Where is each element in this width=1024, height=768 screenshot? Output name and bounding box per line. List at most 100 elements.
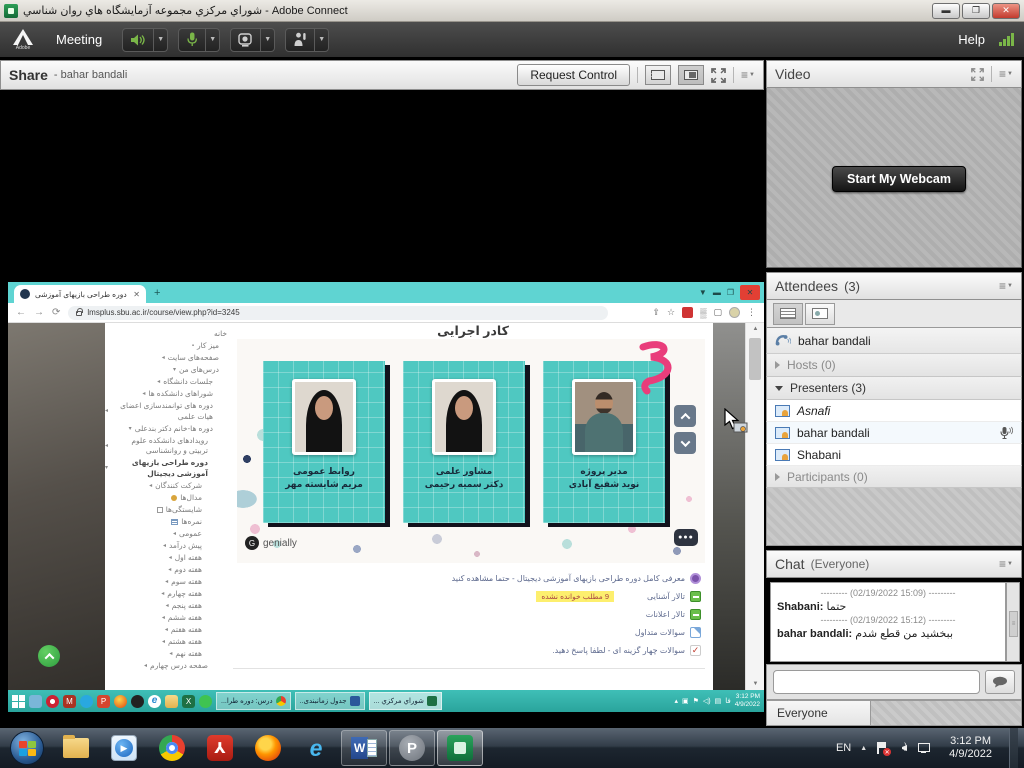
presenters-group-header[interactable]: Presenters (3): [766, 377, 1022, 400]
attendees-pod-menu-icon[interactable]: ≡▼: [999, 279, 1013, 293]
meeting-menu[interactable]: Meeting: [46, 28, 112, 51]
network-icon[interactable]: [918, 742, 932, 754]
genially-more-button[interactable]: ●●●: [674, 529, 698, 546]
nav-item[interactable]: دوره های توانمندسازی اعضای هیات علمی◂: [105, 401, 227, 422]
shared-language-indicator[interactable]: فا: [725, 697, 730, 705]
microphone-button[interactable]: [178, 28, 206, 52]
address-bar[interactable]: lmsplus.sbu.ac.ir/course/view.php?id=324…: [68, 306, 608, 320]
shared-task-chrome[interactable]: درس: دوره طرا...: [216, 692, 291, 710]
nav-item[interactable]: هفته سوم◂: [105, 577, 227, 588]
video-fullscreen-icon[interactable]: [971, 68, 984, 81]
nav-item[interactable]: دوره ها-خانم دکتر بندعلی▾: [105, 424, 227, 435]
speaker-dropdown[interactable]: ▼: [154, 28, 168, 52]
taskbar-chrome[interactable]: [149, 730, 195, 766]
share-layout-toggle-1[interactable]: [645, 65, 671, 85]
reload-icon[interactable]: ⟳: [52, 307, 60, 318]
telegram-icon[interactable]: [80, 695, 93, 708]
nav-item[interactable]: صفحه‌های سایت◂: [105, 353, 227, 364]
speaker-button[interactable]: [122, 28, 154, 52]
participants-group-header[interactable]: Participants (0): [766, 466, 1022, 488]
chat-input[interactable]: [773, 670, 980, 694]
nav-item[interactable]: پیش درآمد◂: [105, 541, 227, 552]
video-pod-menu-icon[interactable]: ≡▼: [999, 67, 1013, 81]
active-speaker-row[interactable]: bahar bandali: [766, 328, 1022, 354]
ie-icon[interactable]: e: [148, 695, 161, 708]
whatsapp-icon[interactable]: [199, 695, 212, 708]
nav-item-grades[interactable]: نمره‌ها: [105, 517, 227, 528]
shared-tray-flag-icon[interactable]: ⚑: [693, 697, 699, 705]
chat-pod-menu-icon[interactable]: ≡▼: [999, 557, 1013, 571]
m-app-icon[interactable]: M: [63, 695, 76, 708]
activity-link[interactable]: معرفی کامل دوره طراحی بازیهای آموزشی دیج…: [233, 573, 701, 584]
shared-tray-excel-icon[interactable]: ▣: [682, 697, 689, 705]
shared-task-excel[interactable]: شوراي مركزي ...: [369, 692, 442, 710]
minimize-button[interactable]: ▬: [932, 3, 960, 19]
taskbar-acrobat[interactable]: ⅄: [197, 730, 243, 766]
genially-logo[interactable]: G genially: [245, 536, 297, 550]
new-tab-button[interactable]: +: [154, 287, 160, 299]
chat-scrollbar[interactable]: ≡: [1006, 582, 1020, 662]
tray-expand-icon[interactable]: ▲: [860, 745, 867, 752]
tab-close-icon[interactable]: ✕: [133, 290, 140, 299]
set-status-button[interactable]: [285, 28, 315, 52]
page-scrollbar[interactable]: ▲▼: [745, 323, 764, 690]
action-center-flag-icon[interactable]: ✕: [876, 742, 888, 754]
forward-icon[interactable]: →: [34, 307, 44, 318]
share-pod-menu-icon[interactable]: ≡▼: [741, 68, 755, 82]
chat-scrollbar-thumb[interactable]: ≡: [1009, 611, 1018, 637]
back-icon[interactable]: ←: [16, 307, 26, 318]
snip-tool-icon[interactable]: [29, 695, 42, 708]
request-control-button[interactable]: Request Control: [517, 64, 630, 86]
nav-item[interactable]: میز کار▪: [105, 341, 227, 352]
shared-tray-caret-icon[interactable]: ▴: [674, 697, 678, 705]
activity-link[interactable]: سوالات متداول: [233, 627, 701, 638]
chat-tab-everyone[interactable]: Everyone: [767, 701, 871, 725]
browser-restore-icon[interactable]: ❐: [727, 288, 734, 297]
sidebar-icon[interactable]: ▢: [713, 307, 722, 318]
nav-item-current-course[interactable]: دوره طراحی بازیهای آموزشی دیجیتال▾: [105, 458, 227, 479]
nav-item[interactable]: هفته چهارم◂: [105, 589, 227, 600]
nav-item-home[interactable]: خانه: [105, 329, 227, 340]
shared-tray-speaker-icon[interactable]: ◁): [703, 697, 711, 705]
slide-up-button[interactable]: [674, 405, 696, 427]
browser-minimize-icon[interactable]: ▬: [713, 288, 721, 297]
fullscreen-icon[interactable]: [711, 68, 726, 83]
excel-icon[interactable]: X: [182, 695, 195, 708]
share-layout-toggle-2[interactable]: [678, 65, 704, 85]
back-to-top-button[interactable]: [38, 645, 60, 667]
attendee-status-view-button[interactable]: [805, 303, 835, 325]
volume-icon[interactable]: [897, 742, 909, 754]
start-button[interactable]: [10, 731, 44, 765]
nav-item-medals[interactable]: مدال‌ها: [105, 493, 227, 504]
connection-status-icon[interactable]: [999, 33, 1014, 46]
language-indicator[interactable]: EN: [836, 742, 851, 754]
shared-tray-touch-icon[interactable]: ▤: [715, 697, 722, 705]
extension-idm-icon[interactable]: [682, 307, 693, 318]
taskbar-ie[interactable]: e: [293, 730, 339, 766]
share-page-icon[interactable]: ⇪: [652, 307, 660, 318]
scrollbar-thumb[interactable]: [749, 338, 761, 380]
extensions-puzzle-icon[interactable]: ▒: [700, 308, 706, 318]
activity-link[interactable]: تالار آشنایی 9 مطلب خوانده نشده: [233, 591, 701, 602]
nav-item[interactable]: درس‌های من▾: [105, 365, 227, 376]
status-dropdown[interactable]: ▼: [315, 28, 329, 52]
start-webcam-button[interactable]: Start My Webcam: [832, 166, 966, 192]
presenter-row[interactable]: bahar bandali: [766, 422, 1022, 444]
nav-item-competencies[interactable]: شایستگی‌ها: [105, 505, 227, 516]
taskbar-word[interactable]: W: [341, 730, 387, 766]
nav-item[interactable]: هفته هفتم◂: [105, 625, 227, 636]
webcam-button[interactable]: [230, 28, 261, 52]
taskbar-explorer[interactable]: [53, 730, 99, 766]
browser-close-button[interactable]: ✕: [740, 285, 760, 300]
show-desktop-button[interactable]: [1009, 728, 1018, 768]
explorer-icon[interactable]: [165, 695, 178, 708]
webcam-dropdown[interactable]: ▼: [261, 28, 275, 52]
obs-icon[interactable]: [46, 695, 59, 708]
nav-item[interactable]: رویدادهای دانشکده علوم تربیتی و روانشناس…: [105, 436, 227, 457]
nav-item[interactable]: هفته ششم◂: [105, 613, 227, 624]
help-menu[interactable]: Help: [958, 32, 985, 47]
nav-item[interactable]: شرکت کنندگان◂: [105, 481, 227, 492]
nav-item[interactable]: شوراهای دانشکده ها◂: [105, 389, 227, 400]
restore-button[interactable]: ❐: [962, 3, 990, 19]
activity-link[interactable]: تالار اعلانات: [233, 609, 701, 620]
